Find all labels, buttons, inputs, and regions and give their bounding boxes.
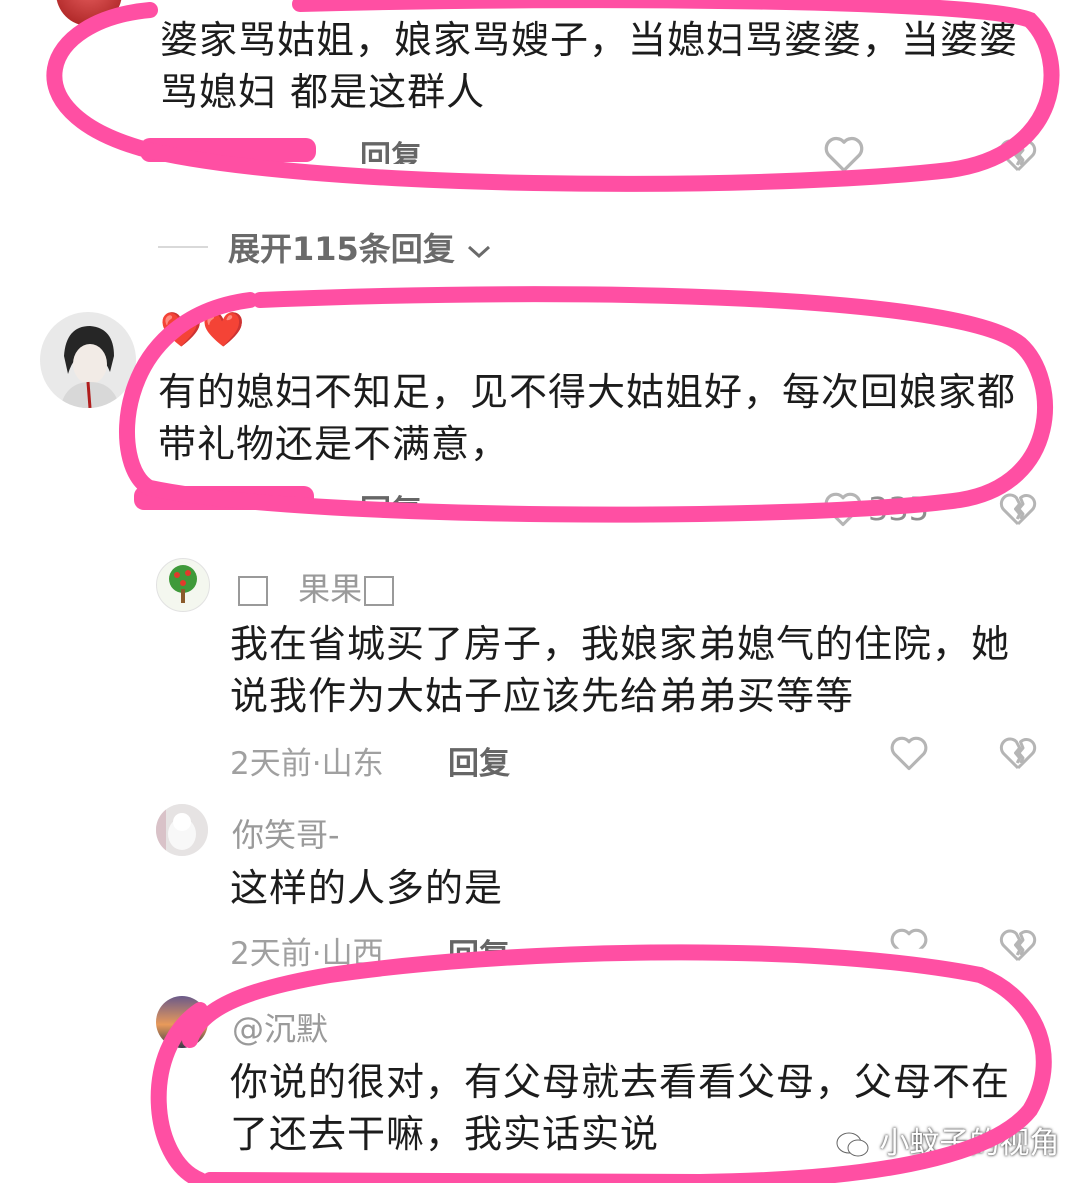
reply-button[interactable]: 回复 [448,930,510,956]
avatar-image [156,804,208,856]
expand-label: 展开115条回复 [228,230,455,268]
dislike-icon[interactable] [998,734,1038,772]
comment-text: 有的媳妇不知足，见不得大姑姐好，每次回娘家都 带礼物还是不满意， [158,366,1038,470]
wechat-icon [836,1131,870,1159]
avatar-image [60,326,120,408]
comment-text: 婆家骂姑姐，娘家骂嫂子，当媳妇骂婆婆，当婆婆 骂媳妇 都是这群人 [160,14,1040,118]
reply-button[interactable]: 回复 [360,132,422,164]
time-location: 2天前·山西 [230,936,384,972]
avatar[interactable] [56,0,122,26]
expand-replies-button[interactable]: 展开115条回复 [228,224,492,270]
username-text: 果果 [298,570,363,608]
expand-divider [158,246,208,248]
redacted-meta [140,138,316,162]
watermark: 小蚊子的视角 [836,1118,1060,1162]
dislike-icon[interactable] [998,136,1038,174]
reply-text: 我在省城买了房子，我娘家弟媳气的住院，她 说我作为大姑子应该先给弟弟买等等 [230,618,1050,722]
dislike-icon[interactable] [998,926,1038,964]
emoji-placeholder-icon [238,576,268,606]
comment-text-line: 带礼物还是不满意， [158,422,510,466]
comment-text-line: 有的媳妇不知足，见不得大姑姐好，每次回娘家都 [158,370,1017,414]
reply-text: 这样的人多的是 [230,866,504,910]
dislike-icon[interactable] [998,490,1038,528]
avatar[interactable] [156,804,208,856]
reply-text-line: 说我作为大姑子应该先给弟弟买等等 [230,674,855,718]
comment-text-line: 婆家骂姑姐，娘家骂嫂子，当媳妇骂婆婆，当婆婆 [160,18,1019,62]
tree-avatar-image [169,565,197,603]
reply-text-line: 你说的很对，有父母就去看看父母，父母不在 [230,1060,1011,1104]
heart-icon[interactable] [888,734,930,772]
username[interactable]: 你笑哥- [232,810,340,856]
avatar[interactable] [156,558,210,612]
comment-text-line: 骂媳妇 都是这群人 [160,70,486,114]
chevron-down-icon [467,245,490,259]
reply-text-line: 我在省城买了房子，我娘家弟媳气的住院，她 [230,622,1011,666]
heart-icon[interactable] [888,926,930,964]
redacted-meta [134,486,314,510]
heart-icon[interactable] [822,134,866,174]
avatar[interactable] [40,312,136,408]
heart-icon[interactable] [822,490,864,528]
like-count: 335 [868,490,930,528]
reply-button[interactable]: 回复 [448,738,510,783]
avatar[interactable] [156,996,208,1048]
time-location: 2天前·山东 [230,746,384,782]
emoji-reaction: ❤️❤️ [160,310,245,350]
watermark-text: 小蚊子的视角 [879,1126,1060,1161]
username[interactable]: @沉默 [232,1004,328,1050]
username[interactable]: 果果 [232,564,400,610]
reply-button[interactable]: 回复 [360,486,422,516]
emoji-placeholder-icon [364,576,395,606]
